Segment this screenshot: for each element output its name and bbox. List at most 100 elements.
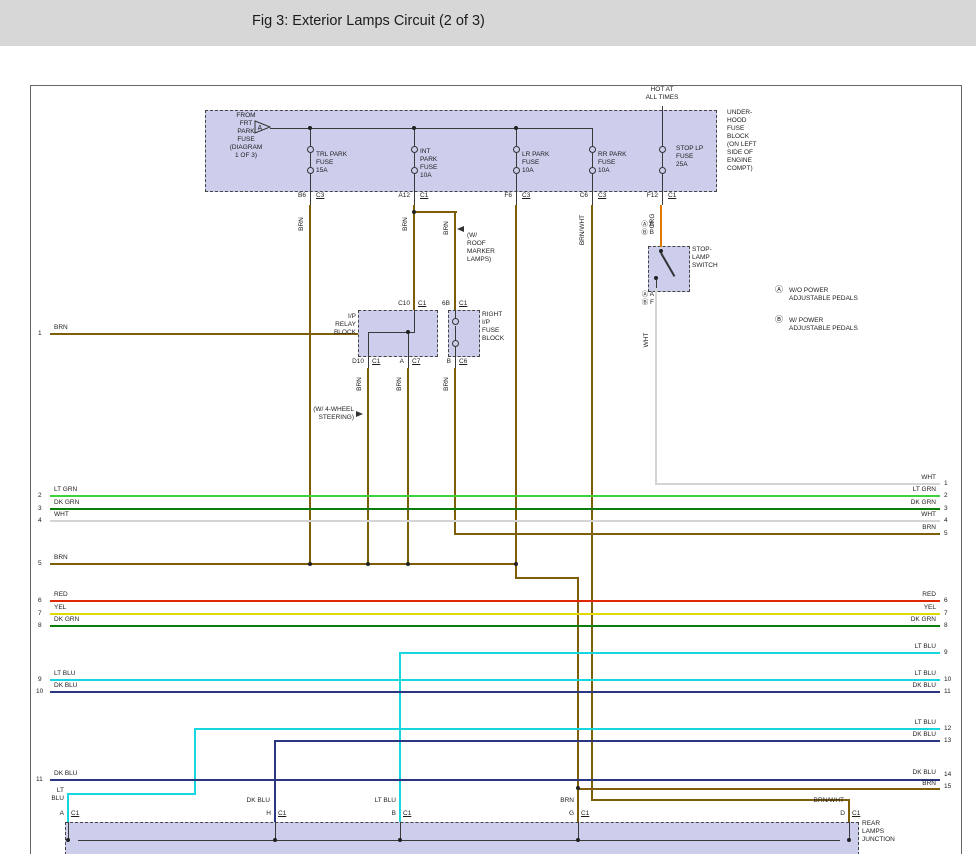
- switch-contact-dot: [654, 276, 658, 280]
- row-label: RED: [54, 591, 68, 599]
- wire-color-label: BRN: [443, 362, 451, 406]
- row-number: 14: [944, 771, 951, 779]
- wire-brnwht-drop: [848, 799, 850, 822]
- relay-internal-line: [368, 332, 369, 355]
- fuse-element: [310, 153, 311, 167]
- underhood-fuse-block: [205, 110, 717, 192]
- wire-row-9-right: [399, 652, 940, 654]
- four-wheel-arrow-icon: [356, 411, 363, 417]
- wire-ltblu-to-b: [399, 652, 401, 822]
- row-label: DK GRN: [54, 499, 79, 507]
- switch-pins-below: Ⓐ A Ⓑ F: [628, 291, 654, 307]
- junction-dot: [273, 838, 277, 842]
- junction-dot: [514, 562, 518, 566]
- ip-relay-block: [358, 310, 438, 357]
- fuse-terminal: [659, 167, 666, 174]
- row-label: YEL: [54, 604, 66, 612]
- row-number: 15: [944, 783, 951, 791]
- wire-row-7: [50, 613, 940, 615]
- connector-pin: F6: [490, 192, 512, 200]
- junction-wire-label: LT BLU: [362, 797, 396, 805]
- hot-at-all-times-label: HOT AT ALL TIMES: [632, 86, 692, 102]
- fuse-stem: [516, 128, 517, 146]
- wire-row-10-left: [50, 691, 940, 693]
- row-label: DK GRN: [836, 499, 936, 507]
- connector-pin: D10: [340, 358, 364, 366]
- underhood-block-label: UNDER- HOOD FUSE BLOCK (ON LEFT SIDE OF …: [727, 109, 757, 173]
- legend-a-icon: Ⓐ: [775, 286, 783, 294]
- wire-brn-d10: [367, 368, 369, 565]
- fuse-outlet-stem: [662, 174, 663, 205]
- connector-pin: B: [437, 358, 451, 366]
- roof-marker-arrow-icon: [457, 226, 464, 232]
- row-label: YEL: [836, 604, 936, 612]
- wire-row-3: [50, 508, 940, 510]
- wire-brn-int-park: [413, 205, 415, 310]
- wire-row-12-right: [194, 728, 940, 730]
- wire-brnwht-vertical: [591, 205, 593, 801]
- connector-id: C1: [581, 810, 589, 818]
- connector-id: C1: [71, 810, 79, 818]
- wire-org-stop: [660, 205, 662, 247]
- row-number: 6: [38, 597, 42, 605]
- fuse-terminal: [513, 167, 520, 174]
- junction-dot: [366, 562, 370, 566]
- fuse-terminal: [411, 167, 418, 174]
- connector-id: C1: [372, 358, 380, 366]
- row-number: 8: [944, 622, 948, 630]
- row-number: 7: [944, 610, 948, 618]
- connector-pin: D: [831, 810, 845, 818]
- wire-color-label: WHT: [643, 318, 651, 362]
- fuse-terminal: [411, 146, 418, 153]
- four-wheel-note: (W/ 4-WHEEL STEERING): [294, 406, 354, 422]
- row-label: LT BLU: [54, 670, 75, 678]
- wire-brn-roof-marker: [454, 213, 456, 310]
- connector-id: C1: [668, 192, 676, 200]
- roof-marker-note: (W/ ROOF MARKER LAMPS): [467, 232, 495, 264]
- row-label: BRN: [54, 554, 68, 562]
- row-label: BRN: [54, 324, 68, 332]
- fuse-outlet-stem: [414, 174, 415, 205]
- fuse-label: TRL PARK FUSE 15A: [316, 151, 347, 175]
- wire-row-5-right: [454, 533, 940, 535]
- right-ip-fuse-block-label: RIGHT I/P FUSE BLOCK: [482, 311, 504, 343]
- junction-dot: [308, 126, 312, 130]
- fuse-element: [414, 153, 415, 167]
- fuse-bus-line: [270, 128, 592, 129]
- fuse-terminal: [307, 167, 314, 174]
- row-number: 1: [944, 480, 948, 488]
- junction-internal-bus: [78, 840, 840, 841]
- wire-row-9-left: [50, 679, 940, 681]
- legend-a-text: W/O POWER ADJUSTABLE PEDALS: [789, 287, 858, 303]
- right-ip-fuse-block: [448, 310, 480, 357]
- row-label: DK BLU: [54, 682, 77, 690]
- fuse-element: [662, 153, 663, 167]
- wire-color-label: BRN: [396, 362, 404, 406]
- row-label: LT BLU: [836, 643, 936, 651]
- connector-pin: B6: [284, 192, 306, 200]
- wire-brn-trl-park: [309, 205, 311, 564]
- switch-exit-stub: [656, 280, 657, 288]
- fuse-terminal: [452, 340, 459, 347]
- connector-id: C1: [278, 810, 286, 818]
- hot-feed-line: [662, 106, 663, 146]
- block-exit-stub: [368, 355, 369, 368]
- row-number: 2: [38, 492, 42, 500]
- rear-lamps-junction-block: [65, 822, 859, 854]
- row-number: 11: [36, 776, 43, 784]
- junction-dot: [412, 210, 416, 214]
- row-number: 10: [944, 676, 951, 684]
- fuse-label: STOP LP FUSE 25A: [676, 145, 703, 169]
- connector-pin: C10: [386, 300, 410, 308]
- row-number: 5: [944, 530, 948, 538]
- connector-id: C3: [316, 192, 324, 200]
- row-label: LT BLU: [836, 670, 936, 678]
- fuse-terminal: [589, 146, 596, 153]
- row-number: 9: [38, 676, 42, 684]
- row-label: LT GRN: [836, 486, 936, 494]
- row-number: 12: [944, 725, 951, 733]
- fuse-outlet-stem: [592, 174, 593, 205]
- row-number: 7: [38, 610, 42, 618]
- legend-b-text: W/ POWER ADJUSTABLE PEDALS: [789, 317, 858, 333]
- wire-row-13-right: [274, 740, 940, 742]
